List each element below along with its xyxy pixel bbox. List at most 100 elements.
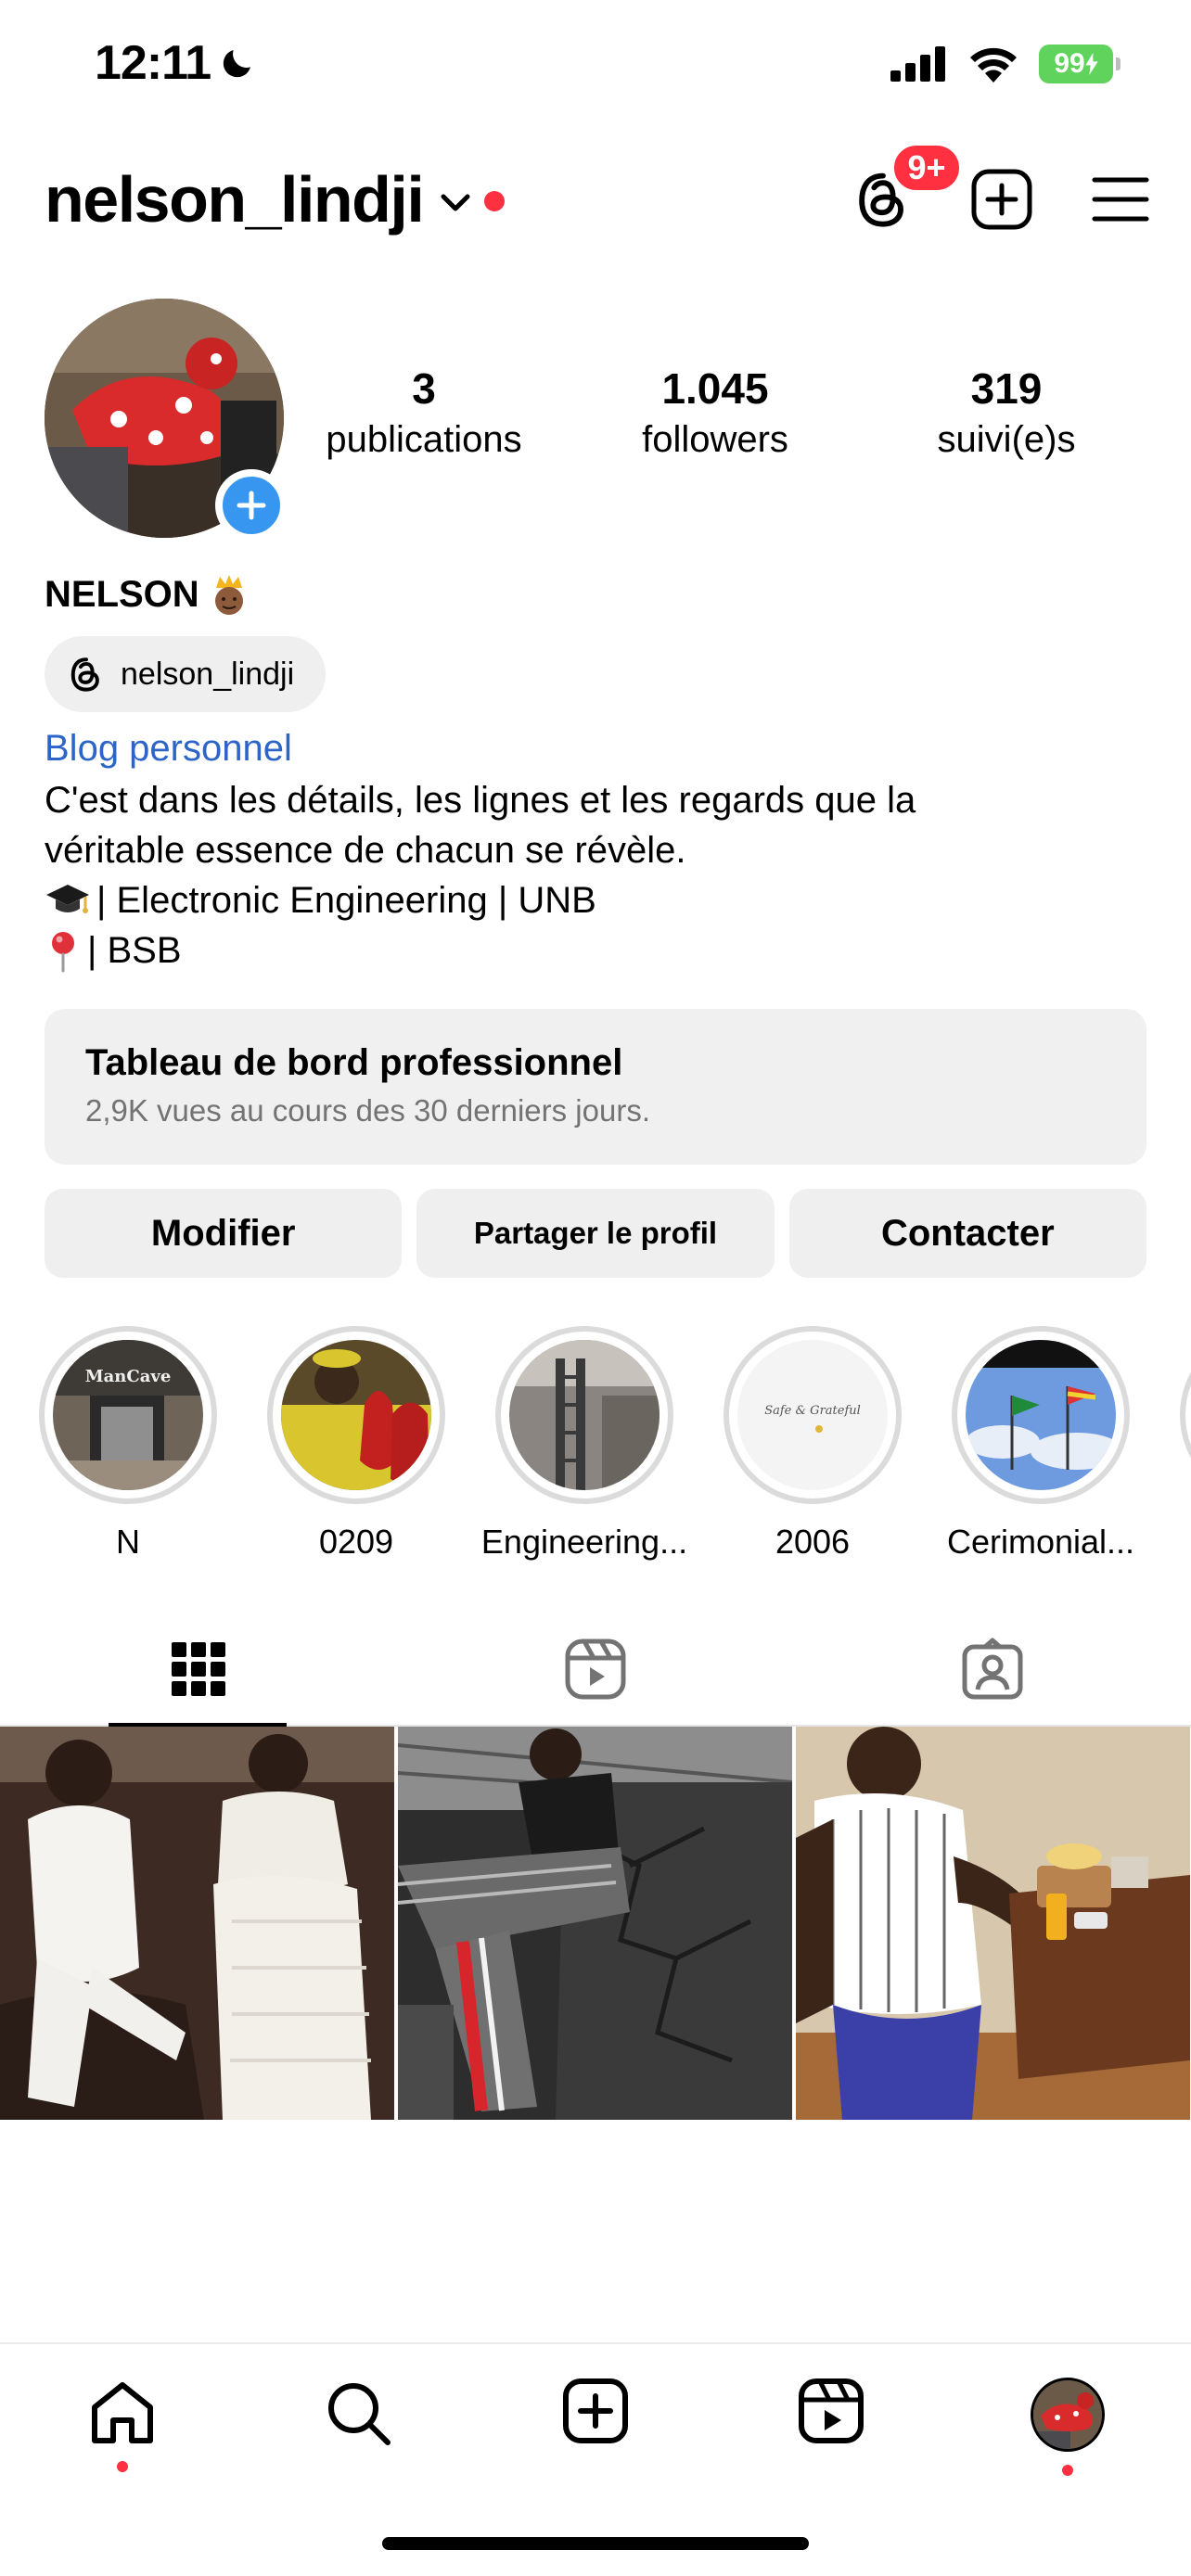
profile-category[interactable]: Blog personnel — [45, 728, 292, 770]
plus-icon — [237, 491, 266, 520]
new-activity-dot — [484, 191, 506, 211]
bio-line: véritable essence de chacun se révèle. — [45, 830, 686, 871]
status-time: 12:11 — [95, 35, 257, 91]
highlight-item[interactable]: ManCave N — [26, 1326, 230, 1562]
stat-value: 3 — [412, 364, 436, 413]
bio-education-text: | Electronic Engineering | UNB — [96, 880, 596, 921]
grid-icon — [172, 1642, 225, 1696]
highlight-cover — [966, 1340, 1116, 1490]
highlight-ring: Safe & Grateful — [724, 1326, 902, 1504]
story-highlights: ManCave N 0209 Engineering... Safe & Gra… — [0, 1326, 1191, 1567]
post-thumbnail[interactable] — [0, 1727, 394, 2120]
stat-followers[interactable]: 1.045 followers — [594, 363, 837, 461]
highlight-cover: Safe & Grateful — [737, 1340, 888, 1490]
highlight-item[interactable]: Safe & Grateful 2006 — [711, 1326, 915, 1562]
status-time-text: 12:11 — [95, 36, 211, 90]
highlight-ring — [952, 1326, 1130, 1504]
stat-value: 1.045 — [661, 364, 769, 413]
king-emoji-icon — [214, 575, 243, 615]
highlight-item[interactable]: Engineering... — [480, 1326, 688, 1562]
nav-profile[interactable] — [1012, 2378, 1123, 2498]
display-name: NELSON — [45, 573, 248, 616]
notification-badge: 9+ — [890, 142, 963, 194]
stat-label: followers — [642, 419, 788, 460]
reels-icon — [565, 1639, 626, 1700]
highlight-cover — [281, 1340, 431, 1490]
post-thumbnail[interactable] — [796, 1727, 1190, 2120]
bio-line-location: | BSB — [45, 925, 1139, 976]
status-indicators: 99 — [890, 45, 1121, 83]
threads-button[interactable]: 9+ — [850, 142, 963, 233]
threads-icon — [70, 657, 99, 692]
create-button[interactable] — [968, 166, 1035, 233]
cellular-signal-icon — [890, 46, 945, 82]
plus-square-icon — [971, 169, 1032, 230]
hamburger-menu-icon — [1092, 177, 1149, 222]
nav-create[interactable] — [540, 2378, 651, 2498]
highlight-image-text: Safe & Grateful — [764, 1404, 861, 1418]
nav-reels[interactable] — [775, 2378, 887, 2498]
graduation-cap-icon — [46, 885, 89, 913]
profile-avatar-small — [1031, 2378, 1105, 2452]
highlight-ring — [495, 1326, 673, 1504]
highlight-item[interactable]: 0209 — [254, 1326, 458, 1562]
highlight-ring: ManCave — [39, 1326, 217, 1504]
profile-actions: Modifier Partager le profil Contacter — [45, 1189, 1146, 1278]
nav-home[interactable] — [67, 2378, 178, 2498]
profile-stats: 3 publications 1.045 followers 319 suivi… — [306, 363, 1141, 461]
battery-level: 99 — [1054, 48, 1085, 79]
highlight-cover — [509, 1340, 660, 1490]
profile-avatar[interactable] — [45, 299, 288, 542]
highlight-label: 2006 — [775, 1523, 851, 1561]
tagged-user-icon — [962, 1638, 1023, 1700]
highlight-label: 0209 — [318, 1523, 394, 1561]
stat-publications[interactable]: 3 publications — [302, 363, 545, 461]
reels-icon — [799, 2378, 864, 2443]
tab-posts-grid[interactable] — [0, 1613, 397, 1727]
share-profile-button[interactable]: Partager le profil — [416, 1189, 775, 1278]
highlight-ring — [1180, 1326, 1191, 1504]
new-content-dot — [117, 2461, 128, 2472]
chevron-down-icon — [441, 194, 470, 211]
account-switcher[interactable]: nelson_lindji — [45, 162, 506, 236]
bio: C'est dans les détails, les lignes et le… — [45, 775, 1139, 976]
profile-content-tabs — [0, 1613, 1191, 1727]
post-thumbnail[interactable] — [398, 1727, 792, 2120]
highlight-ring — [267, 1326, 445, 1504]
tab-tagged[interactable] — [794, 1613, 1191, 1725]
highlight-item-partial[interactable] — [1167, 1326, 1191, 1504]
wifi-icon — [970, 47, 1017, 83]
menu-button[interactable] — [1087, 166, 1154, 233]
highlight-label: Engineering... — [480, 1523, 688, 1561]
highlight-image-text: ManCave — [85, 1367, 172, 1386]
nav-search[interactable] — [302, 2378, 414, 2498]
professional-dashboard[interactable]: Tableau de bord professionnel 2,9K vues … — [45, 1009, 1146, 1165]
contact-button[interactable]: Contacter — [788, 1189, 1146, 1278]
moon-icon — [223, 50, 251, 78]
threads-handle: nelson_lindji — [121, 656, 295, 692]
threads-profile-link[interactable]: nelson_lindji — [45, 636, 327, 712]
highlight-item[interactable]: Cerimonial... — [939, 1326, 1143, 1562]
display-name-text: NELSON — [45, 573, 199, 615]
stat-following[interactable]: 319 suivi(e)s — [885, 363, 1128, 461]
charging-bolt-icon — [1085, 53, 1098, 75]
plus-square-icon — [563, 2378, 628, 2443]
search-icon — [328, 2383, 391, 2445]
edit-profile-button[interactable]: Modifier — [45, 1189, 403, 1278]
highlight-label: Cerimonial... — [946, 1523, 1135, 1561]
stat-value: 319 — [970, 364, 1043, 413]
bio-line: C'est dans les détails, les lignes et le… — [45, 780, 916, 821]
add-story-button[interactable] — [215, 469, 288, 542]
battery-icon: 99 — [1039, 45, 1121, 83]
new-activity-dot — [1062, 2465, 1073, 2476]
header-actions: 9+ — [850, 142, 1154, 233]
bio-line-education: | Electronic Engineering | UNB — [45, 875, 1139, 925]
profile-header: nelson_lindji 9+ — [0, 142, 1191, 255]
username: nelson_lindji — [45, 163, 425, 236]
tab-reels[interactable] — [397, 1613, 794, 1725]
bio-location-text: | BSB — [87, 930, 182, 971]
stat-label: publications — [326, 419, 522, 460]
highlight-cover: ManCave — [53, 1340, 203, 1490]
home-indicator[interactable] — [382, 2537, 809, 2550]
dashboard-title: Tableau de bord professionnel — [85, 1042, 623, 1083]
